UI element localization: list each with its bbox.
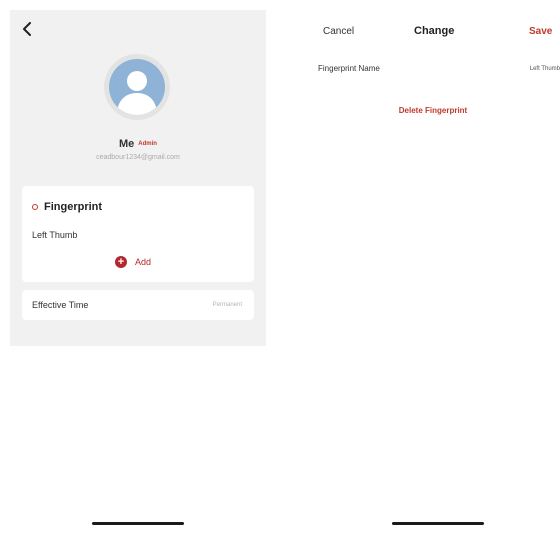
circle-marker-icon <box>32 204 38 210</box>
fingerprint-name-label: Fingerprint Name <box>318 64 380 73</box>
role-badge: Admin <box>138 141 157 147</box>
save-button[interactable]: Save <box>529 26 552 37</box>
fingerprint-name-field[interactable]: Left Thumb <box>530 66 560 72</box>
change-fingerprint-screen: Cancel Change Save Fingerprint Name Left… <box>306 10 560 530</box>
effective-time-row[interactable]: Effective Time Permanent <box>22 290 254 320</box>
home-indicator[interactable] <box>92 522 184 525</box>
delete-fingerprint-button[interactable]: Delete Fingerprint <box>306 106 560 115</box>
user-avatar-icon <box>109 59 165 115</box>
home-indicator[interactable] <box>392 522 484 525</box>
effective-time-label: Effective Time <box>32 300 89 310</box>
add-fingerprint-button[interactable]: + Add <box>115 256 151 268</box>
page-title: Change <box>414 25 455 37</box>
stage: Me Admin ceadbour1234@gmail.com Fingerpri… <box>0 0 560 535</box>
chevron-left-icon <box>23 22 31 36</box>
fingerprint-name-row[interactable]: Fingerprint Name Left Thumb <box>318 64 560 73</box>
plus-circle-icon: + <box>115 256 127 268</box>
fingerprint-item-left-thumb[interactable]: Left Thumb <box>32 230 77 240</box>
cancel-button[interactable]: Cancel <box>323 26 354 37</box>
avatar <box>104 54 170 120</box>
user-email: ceadbour1234@gmail.com <box>96 154 180 161</box>
add-label: Add <box>135 257 152 267</box>
fingerprint-title-text: Fingerprint <box>44 201 103 213</box>
effective-time-value: Permanent <box>212 302 242 308</box>
fingerprint-card: Fingerprint Left Thumb + Add <box>22 186 254 282</box>
user-detail-screen: Me Admin ceadbour1234@gmail.com Fingerpri… <box>10 10 266 530</box>
fingerprint-section-title: Fingerprint <box>32 201 102 213</box>
back-button[interactable] <box>16 18 38 40</box>
user-name: Me <box>119 138 135 150</box>
user-name-line: Me Admin <box>10 138 266 150</box>
